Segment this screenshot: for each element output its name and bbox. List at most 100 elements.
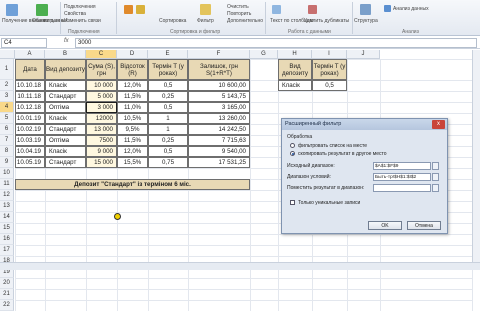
table-cell[interactable]: 17 531,25 bbox=[188, 157, 250, 168]
table-cell[interactable]: Стандарт bbox=[45, 91, 86, 102]
row-header-11[interactable]: 11 bbox=[0, 179, 14, 190]
table-cell[interactable]: 10 600,00 bbox=[188, 80, 250, 91]
sort-za-icon[interactable] bbox=[136, 5, 145, 14]
table-cell[interactable]: 10.01.19 bbox=[15, 113, 45, 124]
table-cell[interactable]: 7 715,63 bbox=[188, 135, 250, 146]
table-cell[interactable]: 13 260,00 bbox=[188, 113, 250, 124]
table-cell[interactable]: 14 242,50 bbox=[188, 124, 250, 135]
row-header-2[interactable]: 2 bbox=[0, 80, 14, 91]
column-header-e[interactable]: E bbox=[148, 50, 188, 59]
edit-links-button[interactable]: Изменить связи bbox=[64, 18, 101, 24]
table-cell[interactable]: Класік bbox=[45, 80, 86, 91]
table-cell[interactable]: 10.12.18 bbox=[15, 102, 45, 113]
close-button[interactable]: x bbox=[432, 120, 445, 129]
list-range-input[interactable]: $A$1:$F$9 bbox=[373, 162, 431, 170]
table-cell[interactable]: 10.02.19 bbox=[15, 124, 45, 135]
table-cell[interactable]: 10.11.18 bbox=[15, 91, 45, 102]
clear-button[interactable]: Очистить bbox=[227, 4, 249, 10]
formula-input[interactable]: 3000 bbox=[75, 38, 477, 48]
table-cell[interactable]: 5 143,75 bbox=[188, 91, 250, 102]
table-cell[interactable]: 15,5% bbox=[117, 157, 148, 168]
table-cell[interactable]: 9 000 bbox=[86, 146, 117, 157]
range-picker-icon[interactable] bbox=[432, 173, 439, 181]
row-header-5[interactable]: 5 bbox=[0, 113, 14, 124]
filter-icon[interactable] bbox=[200, 4, 211, 15]
row-header-21[interactable]: 21 bbox=[0, 289, 14, 300]
column-header-b[interactable]: B bbox=[45, 50, 86, 59]
remove-duplicates-button[interactable]: Удалить дубликаты bbox=[304, 18, 349, 24]
table-cell[interactable]: 11,5% bbox=[117, 91, 148, 102]
table-cell[interactable]: Оптіма bbox=[45, 135, 86, 146]
table-cell[interactable]: 0,5 bbox=[148, 102, 188, 113]
row-header-22[interactable]: 22 bbox=[0, 300, 14, 311]
table-cell[interactable]: 10,5% bbox=[117, 113, 148, 124]
table-cell[interactable]: 15 000 bbox=[86, 157, 117, 168]
function-icon[interactable]: fx bbox=[64, 38, 69, 44]
table-cell[interactable]: Стандарт bbox=[45, 157, 86, 168]
sort-button[interactable]: Сортировка bbox=[159, 18, 186, 24]
sheet-tabs-bar[interactable] bbox=[0, 262, 480, 270]
table-cell[interactable]: 12000 bbox=[86, 113, 117, 124]
column-header-c[interactable]: C bbox=[86, 50, 117, 59]
name-box[interactable]: C4 bbox=[1, 38, 47, 48]
row-header-20[interactable]: 20 bbox=[0, 278, 14, 289]
table-cell[interactable]: 13 000 bbox=[86, 124, 117, 135]
column-header-d[interactable]: D bbox=[117, 50, 148, 59]
refresh-icon[interactable] bbox=[36, 4, 48, 16]
row-header-13[interactable]: 13 bbox=[0, 201, 14, 212]
column-header-g[interactable]: G bbox=[250, 50, 278, 59]
external-data-icon[interactable] bbox=[6, 4, 18, 16]
table-cell[interactable]: 12,0% bbox=[117, 146, 148, 157]
table-cell[interactable]: Класік bbox=[45, 113, 86, 124]
row-header-15[interactable]: 15 bbox=[0, 223, 14, 234]
table-cell[interactable]: 3 165,00 bbox=[188, 102, 250, 113]
table-cell[interactable]: 11,0% bbox=[117, 102, 148, 113]
table-cell[interactable]: 5 000 bbox=[86, 91, 117, 102]
row-header-1[interactable]: 1 bbox=[0, 59, 14, 80]
range-picker-icon[interactable] bbox=[432, 184, 439, 192]
criteria-cell[interactable]: Класік bbox=[278, 80, 312, 91]
table-cell[interactable]: 10.05.19 bbox=[15, 157, 45, 168]
column-header-j[interactable]: J bbox=[347, 50, 380, 59]
table-cell[interactable]: 12,0% bbox=[117, 80, 148, 91]
table-cell[interactable]: 7500 bbox=[86, 135, 117, 146]
table-cell[interactable]: 1 bbox=[148, 113, 188, 124]
copy-to-input[interactable] bbox=[373, 184, 431, 192]
column-header-i[interactable]: I bbox=[312, 50, 347, 59]
row-header-8[interactable]: 8 bbox=[0, 146, 14, 157]
active-cell[interactable]: 3 000 bbox=[86, 102, 117, 113]
outline-icon[interactable] bbox=[360, 4, 371, 15]
table-cell[interactable]: 11,5% bbox=[117, 135, 148, 146]
table-cell[interactable]: 0,75 bbox=[148, 157, 188, 168]
table-cell[interactable]: 0,25 bbox=[148, 91, 188, 102]
table-cell[interactable]: 0,5 bbox=[148, 80, 188, 91]
column-header-f[interactable]: F bbox=[188, 50, 250, 59]
data-analysis-icon[interactable] bbox=[384, 5, 391, 12]
criteria-cell[interactable]: 0,5 bbox=[312, 80, 347, 91]
filter-button[interactable]: Фильтр bbox=[197, 18, 214, 24]
row-header-10[interactable]: 10 bbox=[0, 168, 14, 179]
column-header-h[interactable]: H bbox=[278, 50, 312, 59]
structure-button[interactable]: Структура bbox=[354, 18, 378, 24]
table-cell[interactable]: Класік bbox=[45, 146, 86, 157]
properties-button[interactable]: Свойства bbox=[64, 11, 86, 17]
table-cell[interactable]: 9 540,00 bbox=[188, 146, 250, 157]
text-to-columns-icon[interactable] bbox=[272, 5, 281, 14]
row-header-16[interactable]: 16 bbox=[0, 234, 14, 245]
range-picker-icon[interactable] bbox=[432, 162, 439, 170]
criteria-range-input[interactable]: Быть-тр!$H$1:$I$2 bbox=[373, 173, 431, 181]
data-analysis-button[interactable]: Анализ данных bbox=[393, 6, 429, 12]
radio-copy-to[interactable] bbox=[290, 151, 295, 156]
row-header-7[interactable]: 7 bbox=[0, 135, 14, 146]
vertical-scrollbar[interactable] bbox=[472, 50, 480, 262]
table-cell[interactable]: 1 bbox=[148, 124, 188, 135]
remove-duplicates-icon[interactable] bbox=[308, 5, 317, 14]
advanced-filter-button[interactable]: Дополнительно bbox=[227, 18, 263, 24]
table-cell[interactable]: Оптіма bbox=[45, 102, 86, 113]
connections-button[interactable]: Подключения bbox=[64, 4, 96, 10]
table-cell[interactable]: 9,5% bbox=[117, 124, 148, 135]
radio-filter-in-place[interactable] bbox=[290, 143, 295, 148]
table-cell[interactable]: 0,5 bbox=[148, 146, 188, 157]
ok-button[interactable]: OK bbox=[368, 221, 402, 230]
row-header-3[interactable]: 3 bbox=[0, 91, 14, 102]
